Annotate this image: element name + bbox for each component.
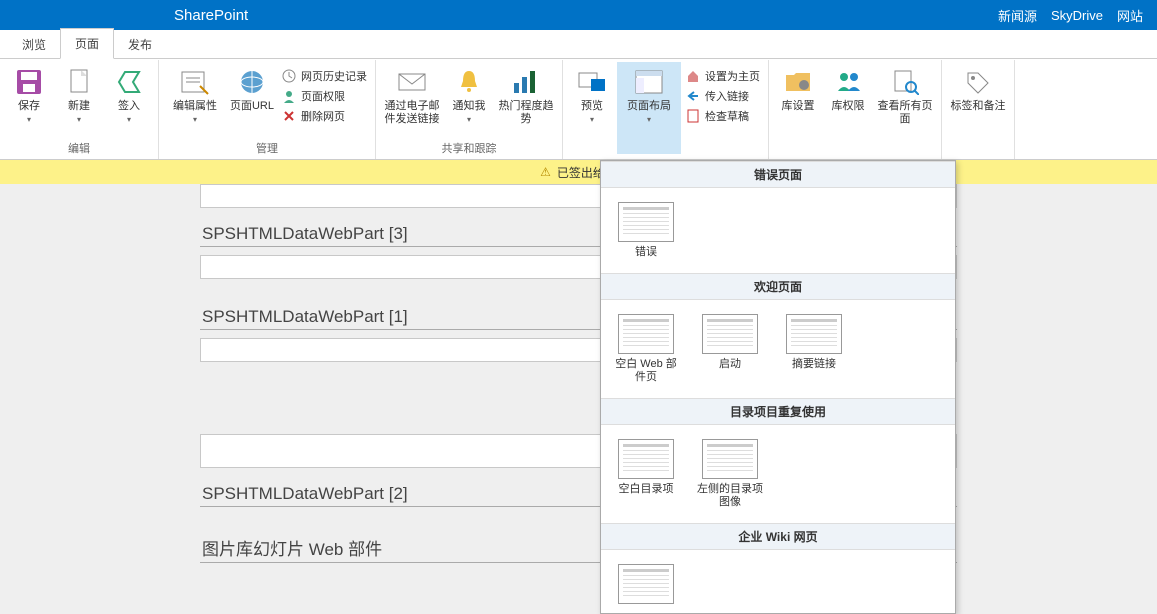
home-icon bbox=[685, 68, 701, 84]
brand-label: SharePoint bbox=[174, 7, 248, 24]
lib-settings-button[interactable]: 库设置 bbox=[773, 62, 823, 154]
layout-icon bbox=[633, 66, 665, 98]
link-in-icon bbox=[685, 88, 701, 104]
checkin-button[interactable]: 签入▾ bbox=[104, 62, 154, 138]
checkout-notice: ⚠ 已签出给您 bbox=[0, 160, 1157, 184]
layout-thumb-icon bbox=[618, 439, 674, 479]
nav-skydrive[interactable]: SkyDrive bbox=[1051, 8, 1103, 23]
tab-page[interactable]: 页面 bbox=[60, 28, 114, 59]
mail-icon bbox=[396, 66, 428, 98]
top-bar: SharePoint 新闻源 SkyDrive 网站 bbox=[0, 0, 1157, 30]
bell-icon bbox=[453, 66, 485, 98]
tab-browse[interactable]: 浏览 bbox=[8, 30, 60, 59]
new-icon bbox=[63, 66, 95, 98]
globe-icon bbox=[236, 66, 268, 98]
layout-option-catalog-image-left[interactable]: 左侧的目录项图像 bbox=[691, 435, 769, 513]
tab-publish[interactable]: 发布 bbox=[114, 30, 166, 59]
delete-icon bbox=[281, 108, 297, 124]
layout-thumb-icon bbox=[618, 314, 674, 354]
view-all-button[interactable]: 查看所有页面 bbox=[873, 62, 937, 154]
folder-gear-icon bbox=[782, 66, 814, 98]
history-button[interactable]: 网页历史记录 bbox=[277, 66, 371, 86]
check-draft-button[interactable]: 检查草稿 bbox=[681, 106, 764, 126]
layout-thumb-icon bbox=[618, 564, 674, 604]
layout-option-wiki[interactable] bbox=[607, 560, 685, 608]
layout-option-splash[interactable]: 启动 bbox=[691, 310, 769, 388]
person-icon bbox=[281, 88, 297, 104]
edit-props-button[interactable]: 编辑属性▾ bbox=[163, 62, 227, 138]
layout-option-error[interactable]: 错误 bbox=[607, 198, 685, 263]
page-url-button[interactable]: 页面URL bbox=[227, 62, 277, 138]
page-perms-button[interactable]: 页面权限 bbox=[277, 86, 371, 106]
layout-thumb-icon bbox=[618, 202, 674, 242]
gallery-section-header: 错误页面 bbox=[601, 161, 955, 188]
incoming-links-button[interactable]: 传入链接 bbox=[681, 86, 764, 106]
group-library: 库设置 库权限 查看所有页面 bbox=[769, 60, 942, 159]
delete-page-button[interactable]: 删除网页 bbox=[277, 106, 371, 126]
layout-option-summary-links[interactable]: 摘要链接 bbox=[775, 310, 853, 388]
tag-icon bbox=[962, 66, 994, 98]
gallery-section-header: 目录项目重复使用 bbox=[601, 398, 955, 425]
group-share: 通过电子邮件发送链接 通知我▾ 热门程度趋势 共享和跟踪 bbox=[376, 60, 563, 159]
layout-thumb-icon bbox=[702, 314, 758, 354]
ribbon: 保存▾ 新建▾ 签入▾ 编辑 编辑属性▾ 页面URL 网页历史记录 bbox=[0, 60, 1157, 160]
email-button[interactable]: 通过电子邮件发送链接 bbox=[380, 62, 444, 138]
save-button[interactable]: 保存▾ bbox=[4, 62, 54, 138]
gallery-section-header: 企业 Wiki 网页 bbox=[601, 523, 955, 550]
people-icon bbox=[832, 66, 864, 98]
checkin-icon bbox=[113, 66, 145, 98]
preview-button[interactable]: 预览▾ bbox=[567, 62, 617, 154]
set-home-button[interactable]: 设置为主页 bbox=[681, 66, 764, 86]
page-layout-gallery: 错误页面 错误 欢迎页面 空白 Web 部件页 启动 摘要链接 目录项目重复使用 bbox=[600, 160, 956, 614]
layout-thumb-icon bbox=[786, 314, 842, 354]
group-manage: 编辑属性▾ 页面URL 网页历史记录 页面权限 删除网页 管理 bbox=[159, 60, 376, 159]
layout-option-blank-catalog[interactable]: 空白目录项 bbox=[607, 435, 685, 513]
trending-button[interactable]: 热门程度趋势 bbox=[494, 62, 558, 138]
search-page-icon bbox=[889, 66, 921, 98]
draft-icon bbox=[685, 108, 701, 124]
properties-icon bbox=[179, 66, 211, 98]
warning-icon: ⚠ bbox=[540, 165, 551, 179]
save-icon bbox=[13, 66, 45, 98]
preview-icon bbox=[576, 66, 608, 98]
alert-button[interactable]: 通知我▾ bbox=[444, 62, 494, 138]
page-layout-button[interactable]: 页面布局▾ bbox=[617, 62, 681, 154]
tags-button[interactable]: 标签和备注 bbox=[946, 62, 1010, 154]
layout-option-blank-webpart[interactable]: 空白 Web 部件页 bbox=[607, 310, 685, 388]
nav-sites[interactable]: 网站 bbox=[1117, 6, 1143, 25]
lib-perms-button[interactable]: 库权限 bbox=[823, 62, 873, 154]
group-tags: 标签和备注 bbox=[942, 60, 1015, 159]
trending-icon bbox=[510, 66, 542, 98]
ribbon-tabs: 浏览 页面 发布 bbox=[0, 30, 1157, 60]
nav-newsfeed[interactable]: 新闻源 bbox=[998, 6, 1037, 25]
layout-thumb-icon bbox=[702, 439, 758, 479]
group-edit: 保存▾ 新建▾ 签入▾ 编辑 bbox=[0, 60, 159, 159]
gallery-section-header: 欢迎页面 bbox=[601, 273, 955, 300]
group-preview: 预览▾ 页面布局▾ 设置为主页 传入链接 检查草稿 bbox=[563, 60, 769, 159]
new-button[interactable]: 新建▾ bbox=[54, 62, 104, 138]
history-icon bbox=[281, 68, 297, 84]
page-content: SPSHTMLDataWebPart [3] SPSHTMLDataWebPar… bbox=[0, 184, 1157, 614]
